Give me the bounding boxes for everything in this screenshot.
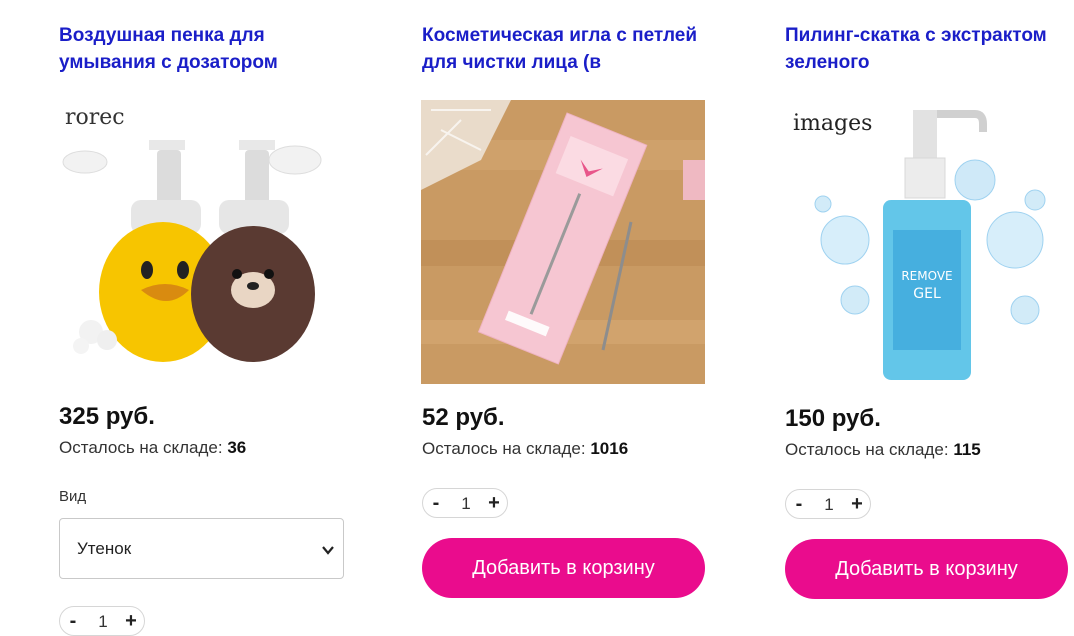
increment-button[interactable]: + [482, 490, 506, 516]
facial-needle-image [421, 100, 705, 384]
product-price: 150 руб. [785, 405, 881, 432]
product-price: 52 руб. [422, 404, 505, 431]
bottle-label-top: REMOVE [901, 269, 952, 283]
increment-button[interactable]: + [845, 491, 869, 517]
product-title[interactable]: Воздушная пенка для умывания с дозатором [59, 22, 349, 76]
variant-select-value: Утенок [77, 539, 132, 558]
stock-info: Осталось на складе: 1016 [422, 439, 628, 459]
peeling-gel-image: images REMOVE GEL [785, 100, 1069, 384]
brand-logo: rorec [65, 105, 125, 130]
foam-cleanser-image: rorec [57, 100, 341, 384]
variant-select[interactable]: Утенок [59, 518, 344, 579]
add-to-cart-button[interactable]: Добавить в корзину [422, 538, 705, 598]
product-image[interactable]: images REMOVE GEL [785, 100, 1069, 384]
stock-label: Осталось на складе: [785, 440, 949, 459]
quantity-value[interactable]: 1 [88, 612, 118, 632]
variant-label: Вид [59, 488, 87, 505]
product-title[interactable]: Пилинг-скатка с экстрактом зеленого [785, 22, 1074, 76]
chevron-down-icon [322, 546, 334, 555]
stock-info: Осталось на складе: 115 [785, 440, 981, 460]
stock-count: 115 [953, 440, 981, 459]
stock-label: Осталось на складе: [59, 438, 223, 457]
decrement-button[interactable]: - [424, 490, 448, 516]
quantity-stepper: - 1 + [785, 489, 871, 519]
bottle-label-bottom: GEL [913, 286, 941, 302]
stock-info: Осталось на складе: 36 [59, 438, 246, 458]
stock-count: 36 [227, 438, 247, 457]
product-image[interactable] [421, 100, 705, 384]
product-image[interactable]: rorec [57, 100, 341, 384]
quantity-value[interactable]: 1 [814, 495, 844, 515]
stock-count: 1016 [590, 439, 629, 458]
decrement-button[interactable]: - [61, 608, 85, 634]
stock-label: Осталось на складе: [422, 439, 586, 458]
quantity-stepper: - 1 + [422, 488, 508, 518]
brand-logo: images [793, 111, 872, 136]
quantity-value[interactable]: 1 [451, 494, 481, 514]
product-title[interactable]: Косметическая игла с петлей для чистки л… [422, 22, 712, 76]
decrement-button[interactable]: - [787, 491, 811, 517]
quantity-stepper: - 1 + [59, 606, 145, 636]
increment-button[interactable]: + [119, 608, 143, 634]
product-price: 325 руб. [59, 403, 155, 430]
add-to-cart-button[interactable]: Добавить в корзину [785, 539, 1068, 599]
